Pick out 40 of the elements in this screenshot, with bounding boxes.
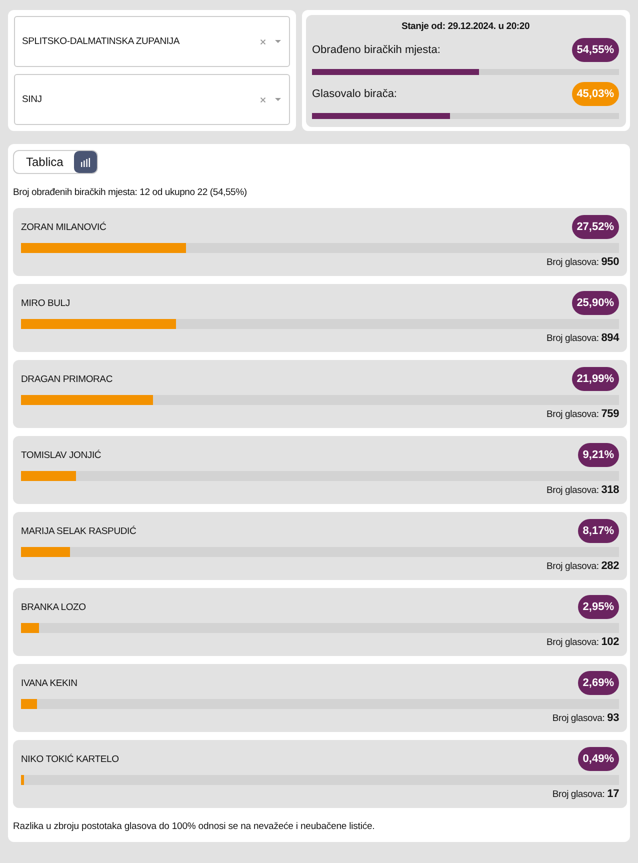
vote-count: Broj glasova: 102 (545, 636, 619, 648)
candidate-name: BRANKA LOZO (21, 602, 86, 612)
candidate-name: DRAGAN PRIMORAC (21, 374, 112, 384)
select-field[interactable]: SPLITSKO-DALMATINSKA ZUPANIJA (14, 16, 290, 67)
candidate-name: IVANA KEKIN (21, 678, 78, 688)
percent-badge: 9,21% (578, 443, 619, 467)
percent-badge: 8,17% (578, 519, 619, 543)
percent-badge: 2,69% (578, 671, 619, 695)
clear-icon[interactable] (260, 38, 266, 44)
vote-count: Broj glasova: 17 (551, 788, 619, 800)
bar-chart-icon (81, 158, 90, 166)
vote-count: Broj glasova: 318 (545, 484, 619, 496)
status-title: Stanje od: 29.12.2024. u 20:20 (400, 21, 531, 33)
vote-count: Broj glasova: 950 (545, 256, 619, 268)
percent-badge: 45,03% (572, 82, 619, 106)
candidate-name: NIKO TOKIĆ KARTELO (21, 754, 119, 764)
percent-badge: 2,95% (578, 595, 619, 619)
candidate-name: TOMISLAV JONJIĆ (21, 450, 102, 460)
candidate-name: MIRO BULJ (21, 298, 70, 308)
table-tab[interactable]: Tablica (14, 151, 74, 173)
percent-badge: 21,99% (572, 367, 619, 391)
summary-text: Broj obrađenih biračkih mjesta: 12 od ukupno 22 (54,55%) (13, 187, 248, 198)
clear-icon[interactable] (260, 96, 266, 102)
vote-count: Broj glasova: 93 (551, 712, 619, 724)
percent-badge: 0,49% (578, 747, 619, 771)
vote-count: Broj glasova: 894 (545, 332, 619, 344)
caret-icon[interactable] (275, 40, 281, 43)
percent-badge: 27,52% (572, 215, 619, 239)
percent-badge: 54,55% (572, 38, 619, 62)
vote-count: Broj glasova: 282 (545, 560, 619, 572)
caret-icon[interactable] (275, 98, 281, 101)
percent-badge: 25,90% (572, 291, 619, 315)
stat-label: Obrađeno biračkih mjesta: (312, 44, 440, 56)
candidate-name: ZORAN MILANOVIĆ (21, 222, 106, 232)
chart-tab[interactable] (74, 151, 98, 173)
stat-label: Glasovalo birača: (312, 88, 397, 100)
footnote: Razlika u zbroju postotaka glasova do 100% odnosi se na nevažeće i neubačene listiće. (13, 821, 376, 832)
candidate-name: MARIJA SELAK RASPUDIĆ (21, 526, 136, 536)
select-field[interactable]: SINJ (14, 74, 290, 125)
vote-count: Broj glasova: 759 (545, 408, 619, 420)
